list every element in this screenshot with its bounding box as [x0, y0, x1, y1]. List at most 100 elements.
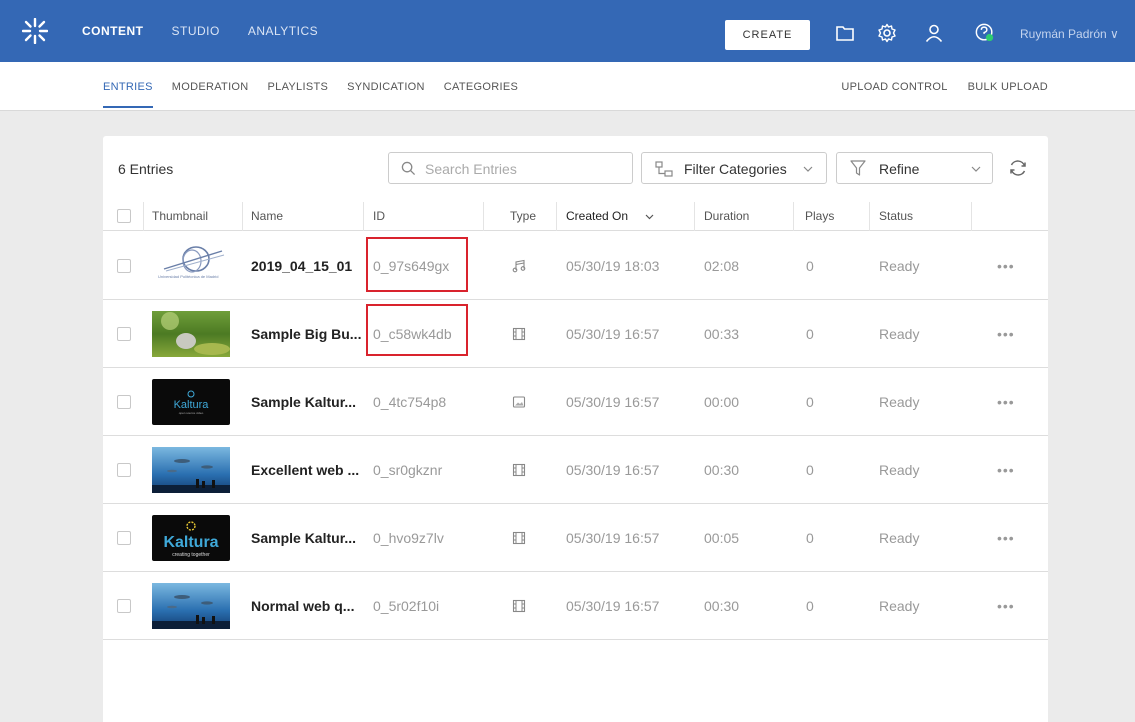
thumbnail-image[interactable] [152, 447, 230, 493]
folder-icon[interactable] [835, 23, 855, 43]
row-checkbox[interactable] [117, 395, 131, 409]
column-plays[interactable]: Plays [805, 209, 834, 223]
tab-categories[interactable]: CATEGORIES [444, 81, 518, 108]
entry-status: Ready [879, 326, 920, 342]
refresh-icon[interactable] [1008, 158, 1028, 178]
entry-plays: 0 [806, 530, 814, 546]
video-type-icon [512, 599, 526, 613]
row-checkbox[interactable] [117, 599, 131, 613]
entry-name[interactable]: Normal web q... [251, 598, 354, 614]
row-actions-button[interactable]: ••• [997, 258, 1015, 274]
entry-id: 0_hvo9z7lv [373, 530, 444, 546]
entry-duration: 00:00 [704, 394, 740, 410]
entry-created-on: 05/30/19 16:57 [566, 326, 660, 342]
filter-categories-label: Filter Categories [684, 161, 787, 177]
tab-syndication[interactable]: SYNDICATION [347, 81, 425, 108]
help-icon[interactable] [975, 23, 995, 43]
bulk-upload-link[interactable]: BULK UPLOAD [968, 81, 1048, 93]
column-created-on[interactable]: Created On [566, 209, 628, 223]
nav-content[interactable]: CONTENT [82, 24, 144, 38]
row-actions-button[interactable]: ••• [997, 462, 1015, 478]
entry-id: 0_sr0gkznr [373, 462, 443, 478]
entry-created-on: 05/30/19 16:57 [566, 598, 660, 614]
category-tree-icon [655, 161, 673, 177]
column-id[interactable]: ID [373, 209, 385, 223]
row-actions-button[interactable]: ••• [997, 530, 1015, 546]
nav-analytics[interactable]: ANALYTICS [248, 24, 318, 38]
filter-categories-dropdown[interactable]: Filter Categories [641, 152, 827, 184]
svg-text:open source video: open source video [179, 411, 204, 415]
user-menu[interactable]: Ruymán Padrón ∨ [1020, 27, 1119, 41]
thumbnail-image[interactable] [152, 311, 230, 357]
column-duration[interactable]: Duration [704, 209, 749, 223]
row-actions-button[interactable]: ••• [997, 598, 1015, 614]
nav-studio[interactable]: STUDIO [172, 24, 220, 38]
entry-name[interactable]: 2019_04_15_01 [251, 258, 352, 274]
sort-desc-icon[interactable] [645, 214, 654, 220]
column-type[interactable]: Type [510, 209, 536, 223]
entry-status: Ready [879, 598, 920, 614]
thumbnail-image[interactable]: Kalturaopen source video [152, 379, 230, 425]
create-button[interactable]: CREATE [725, 20, 810, 50]
chevron-down-icon [803, 166, 813, 172]
thumbnail-image[interactable]: Kalturacreating together [152, 515, 230, 561]
entry-status: Ready [879, 394, 920, 410]
entry-name[interactable]: Sample Big Bu... [251, 326, 361, 342]
video-type-icon [512, 463, 526, 477]
kaltura-logo-icon[interactable] [22, 18, 48, 44]
row-checkbox[interactable] [117, 463, 131, 477]
chevron-down-icon [971, 166, 981, 172]
user-icon[interactable] [924, 23, 944, 43]
entry-status: Ready [879, 530, 920, 546]
entry-created-on: 05/30/19 16:57 [566, 530, 660, 546]
row-actions-button[interactable]: ••• [997, 394, 1015, 410]
search-icon [401, 161, 416, 176]
refine-label: Refine [879, 161, 920, 177]
id-highlight-box [366, 304, 468, 356]
entry-plays: 0 [806, 258, 814, 274]
entry-created-on: 05/30/19 18:03 [566, 258, 660, 274]
column-name[interactable]: Name [251, 209, 283, 223]
entry-duration: 00:30 [704, 598, 740, 614]
thumbnail-image[interactable] [152, 583, 230, 629]
audio-type-icon [512, 259, 526, 273]
entry-status: Ready [879, 462, 920, 478]
sub-nav: ENTRIES MODERATION PLAYLISTS SYNDICATION… [0, 62, 1135, 111]
tab-moderation[interactable]: MODERATION [172, 81, 249, 108]
table-row[interactable]: Normal web q... 0_5r02f10i 05/30/19 16:5… [103, 572, 1048, 640]
row-checkbox[interactable] [117, 259, 131, 273]
column-status[interactable]: Status [879, 209, 913, 223]
table-row[interactable]: Universidad Politécnica de Madrid 2019_0… [103, 232, 1048, 300]
search-box[interactable] [388, 152, 633, 184]
tab-entries[interactable]: ENTRIES [103, 81, 153, 108]
row-actions-button[interactable]: ••• [997, 326, 1015, 342]
table-row[interactable]: Kaltura creating together Sample Kaltur..… [103, 504, 1048, 572]
search-input[interactable] [425, 159, 625, 179]
tab-playlists[interactable]: PLAYLISTS [268, 81, 329, 108]
top-bar: CONTENT STUDIO ANALYTICS CREATE Ruymán P… [0, 0, 1135, 62]
svg-text:Kaltura: Kaltura [163, 534, 218, 551]
filter-funnel-icon [850, 160, 866, 176]
entry-id: 0_4tc754p8 [373, 394, 447, 410]
entry-name[interactable]: Sample Kaltur... [251, 530, 356, 546]
svg-text:creating together: creating together [172, 552, 210, 558]
select-all-checkbox[interactable] [117, 209, 131, 223]
refine-dropdown[interactable]: Refine [836, 152, 993, 184]
entry-plays: 0 [806, 394, 814, 410]
table-row[interactable]: Kaltura open source video Sample Kaltur..… [103, 368, 1048, 436]
video-type-icon [512, 531, 526, 545]
entry-created-on: 05/30/19 16:57 [566, 394, 660, 410]
entry-created-on: 05/30/19 16:57 [566, 462, 660, 478]
entry-name[interactable]: Sample Kaltur... [251, 394, 356, 410]
table-row[interactable]: Excellent web ... 0_sr0gkznr 05/30/19 16… [103, 436, 1048, 504]
gear-icon[interactable] [877, 23, 897, 43]
entry-duration: 02:08 [704, 258, 740, 274]
thumbnail-image[interactable]: Universidad Politécnica de Madrid [152, 243, 230, 289]
entry-name[interactable]: Excellent web ... [251, 462, 359, 478]
table-row[interactable]: Sample Big Bu... 0_c58wk4db 05/30/19 16:… [103, 300, 1048, 368]
entry-duration: 00:33 [704, 326, 740, 342]
row-checkbox[interactable] [117, 531, 131, 545]
upload-control-link[interactable]: UPLOAD CONTROL [841, 81, 947, 93]
row-checkbox[interactable] [117, 327, 131, 341]
entries-count: 6 Entries [118, 161, 174, 177]
